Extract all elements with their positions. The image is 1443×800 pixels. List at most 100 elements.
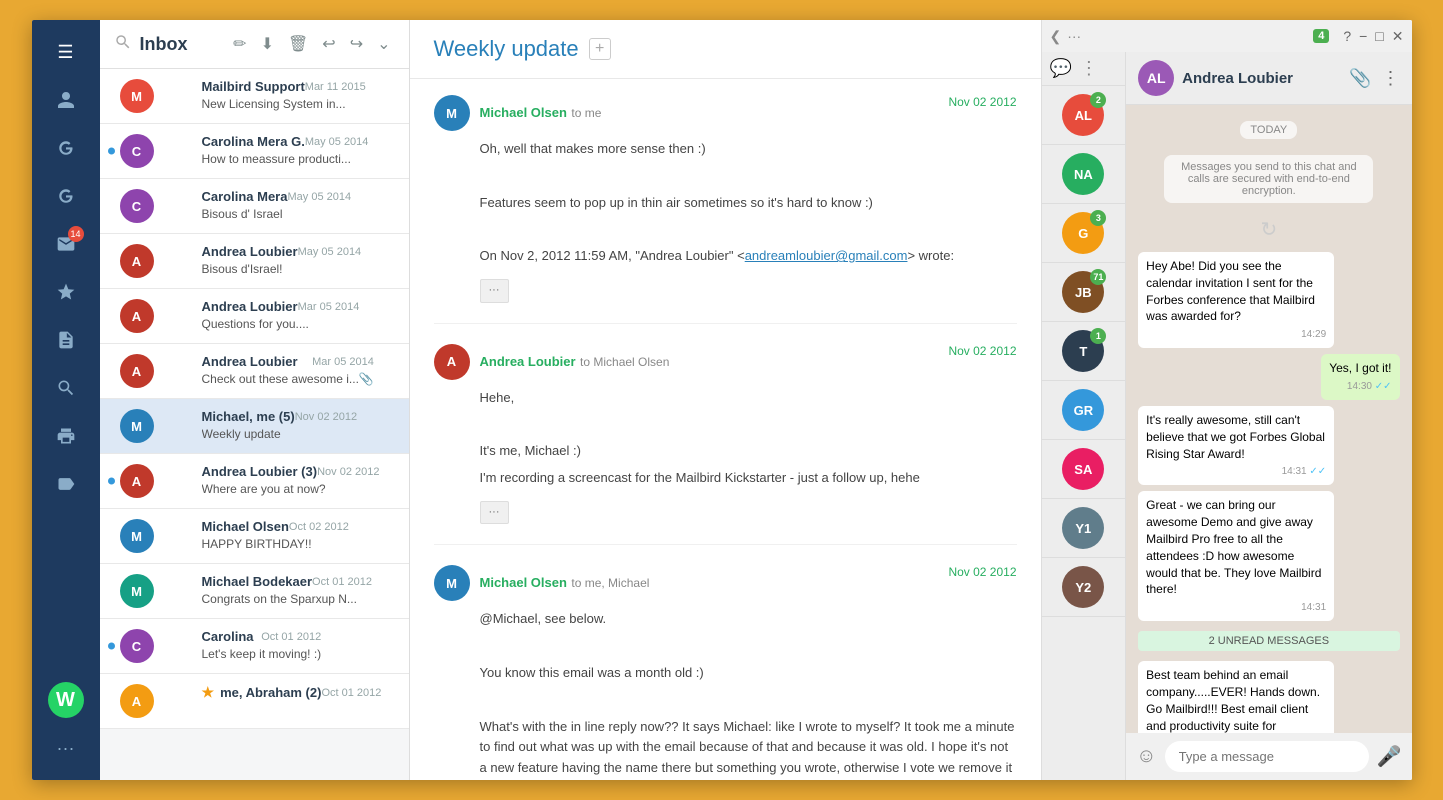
email-main: Weekly update + M Michael Olsen to me No… [410, 20, 1042, 780]
msg-sender-2: Michael Olsen [480, 575, 567, 590]
wa-message-4: Great - we can bring our awesome Demo an… [1138, 491, 1334, 621]
wa-message-2: Yes, I got it! 14:30 ✓✓ [1321, 354, 1399, 400]
wa-minimize-button[interactable]: − [1359, 28, 1367, 45]
email-avatar-7: A [120, 464, 154, 498]
sidebar-icon-more[interactable]: ··· [46, 728, 86, 768]
email-avatar-10: C [120, 629, 154, 663]
sidebar-icon-google2[interactable] [46, 176, 86, 216]
wa-contact-item-5[interactable]: GR [1042, 381, 1126, 440]
email-list-item-4[interactable]: A Andrea Loubier Mar 05 2014 Questions f… [100, 289, 409, 344]
sidebar-icon-whatsapp[interactable]: W [48, 682, 84, 718]
wa-contact-avatar-4: T 1 [1062, 330, 1104, 372]
email-list-item-10[interactable]: C Carolina Oct 01 2012 Let's keep it mov… [100, 619, 409, 674]
wa-contact-avatar-8: Y2 [1062, 566, 1104, 608]
email-list-item-3[interactable]: A Andrea Loubier May 05 2014 Bisous d'Is… [100, 234, 409, 289]
wa-help-button[interactable]: ? [1343, 28, 1351, 45]
email-list-header: Inbox ✏ ⬇ 🗑 ↩ ↪ ⌄ [100, 20, 409, 69]
wa-contact-item-2[interactable]: G 3 [1042, 204, 1126, 263]
email-avatar-6: M [120, 409, 154, 443]
email-subject-1: How to meassure producti... [202, 152, 369, 166]
download-button[interactable]: ⬇ [257, 32, 278, 56]
email-sender-8: Michael Olsen [202, 519, 289, 534]
wa-titlebar-badge: 4 [1313, 29, 1329, 43]
more-button[interactable]: ⌄ [373, 32, 394, 56]
wa-panel-dots[interactable]: ⋮ [1080, 58, 1098, 79]
delete-button[interactable]: 🗑 [284, 32, 312, 56]
wa-close-button[interactable]: ✕ [1392, 28, 1404, 45]
sidebar-icon-emails[interactable]: 14 [46, 224, 86, 264]
email-sender-2: Carolina Mera [202, 189, 288, 204]
msg-expand-button-0[interactable]: ··· [480, 279, 509, 303]
email-avatar-0: M [120, 79, 154, 113]
email-list-item-5[interactable]: A Andrea Loubier Mar 05 2014 Check out t… [100, 344, 409, 399]
add-to-thread-button[interactable]: + [589, 38, 611, 60]
wa-contact-item-1[interactable]: NA [1042, 145, 1126, 204]
wa-titlebar: ❮ ··· 4 ? − □ ✕ [1042, 20, 1412, 52]
msg-to-0: to me [571, 106, 601, 120]
email-date-2: May 05 2014 [287, 191, 351, 203]
wa-paperclip-icon[interactable]: 📎 [1349, 68, 1371, 89]
wa-maximize-button[interactable]: □ [1375, 28, 1383, 45]
sidebar-icon-contacts[interactable] [46, 80, 86, 120]
compose-button[interactable]: ✏ [229, 32, 250, 56]
wa-contact-item-3[interactable]: JB 71 [1042, 263, 1126, 322]
email-sender-6: Michael, me (5) [202, 409, 295, 424]
wa-msg-text-6: Best team behind an email company.....EV… [1146, 667, 1326, 733]
sidebar-icon-draft[interactable] [46, 320, 86, 360]
wa-contact-item-7[interactable]: Y1 [1042, 499, 1126, 558]
inbox-title: Inbox [140, 34, 230, 55]
email-list-item-7[interactable]: A Andrea Loubier (3) Nov 02 2012 Where a… [100, 454, 409, 509]
wa-contact-avatar-7: Y1 [1062, 507, 1104, 549]
wa-contact-item-0[interactable]: AL 2 [1042, 86, 1126, 145]
email-sender-3: Andrea Loubier [202, 244, 298, 259]
wa-back-icon[interactable]: ❮ [1050, 28, 1062, 45]
email-list-item-9[interactable]: M Michael Bodekaer Oct 01 2012 Congrats … [100, 564, 409, 619]
msg-date-0: Nov 02 2012 [948, 95, 1016, 109]
email-sender-10: Carolina [202, 629, 254, 644]
wa-chat-area: AL Andrea Loubier 📎 ⋮ TODAYMessages you … [1126, 52, 1411, 780]
email-list-item-11[interactable]: A ★me, Abraham (2) Oct 01 2012 [100, 674, 409, 729]
wa-mic-icon[interactable]: 🎤 [1377, 744, 1402, 769]
email-list-item-1[interactable]: C Carolina Mera G. May 05 2014 How to me… [100, 124, 409, 179]
email-list-item-6[interactable]: M Michael, me (5) Nov 02 2012 Weekly upd… [100, 399, 409, 454]
sidebar-icon-menu[interactable]: ☰ [46, 32, 86, 72]
wa-panel-header-icons: 💬 ⋮ [1050, 58, 1098, 79]
wa-dots-icon[interactable]: ··· [1067, 28, 1081, 44]
wa-contact-avatar-1: NA [1062, 153, 1104, 195]
wa-contact-item-8[interactable]: Y2 [1042, 558, 1126, 617]
wa-contact-item-6[interactable]: SA [1042, 440, 1126, 499]
wa-chat-icon[interactable]: 💬 [1050, 58, 1072, 79]
sidebar-icon-printer[interactable] [46, 416, 86, 456]
msg-expand-button-1[interactable]: ··· [480, 501, 509, 525]
wa-contact-item-4[interactable]: T 1 [1042, 322, 1126, 381]
email-sender-4: Andrea Loubier [202, 299, 298, 314]
wa-message-input[interactable] [1165, 741, 1369, 772]
msg-sender-1: Andrea Loubier [480, 354, 576, 369]
wa-contact-badge-0: 2 [1090, 92, 1106, 108]
sidebar-icon-star[interactable] [46, 272, 86, 312]
email-list-item-8[interactable]: M Michael Olsen Oct 02 2012 HAPPY BIRTHD… [100, 509, 409, 564]
sidebar-icon-google[interactable] [46, 128, 86, 168]
wa-msg-time-2: 14:30 ✓✓ [1329, 380, 1391, 394]
forward-button[interactable]: ↪ [346, 32, 367, 56]
wa-contact-avatar-2: G 3 [1062, 212, 1104, 254]
wa-refresh-icon: ↻ [1138, 217, 1399, 242]
wa-message-6: Best team behind an email company.....EV… [1138, 661, 1334, 733]
wa-menu-icon[interactable]: ⋮ [1382, 68, 1400, 89]
email-subject-5: Check out these awesome i... 📎 [202, 372, 374, 386]
msg-to-2: to me, Michael [571, 576, 649, 590]
email-subject-4: Questions for you.... [202, 317, 360, 331]
sidebar-icon-tags[interactable] [46, 464, 86, 504]
msg-avatar-2: M [434, 565, 470, 601]
reply-button[interactable]: ↩ [318, 32, 339, 56]
wa-emoji-icon[interactable]: ☺ [1136, 745, 1156, 768]
email-avatar-5: A [120, 354, 154, 388]
msg-avatar-1: A [434, 344, 470, 380]
email-list-item-2[interactable]: C Carolina Mera May 05 2014 Bisous d' Is… [100, 179, 409, 234]
email-date-5: Mar 05 2014 [312, 356, 374, 368]
email-list-item-0[interactable]: M Mailbird Support Mar 11 2015 New Licen… [100, 69, 409, 124]
attachment-icon: 📎 [359, 372, 374, 386]
sidebar-icon-search[interactable] [46, 368, 86, 408]
wa-panel-header: 💬 ⋮ [1042, 52, 1126, 86]
email-subject-7: Where are you at now? [202, 482, 380, 496]
